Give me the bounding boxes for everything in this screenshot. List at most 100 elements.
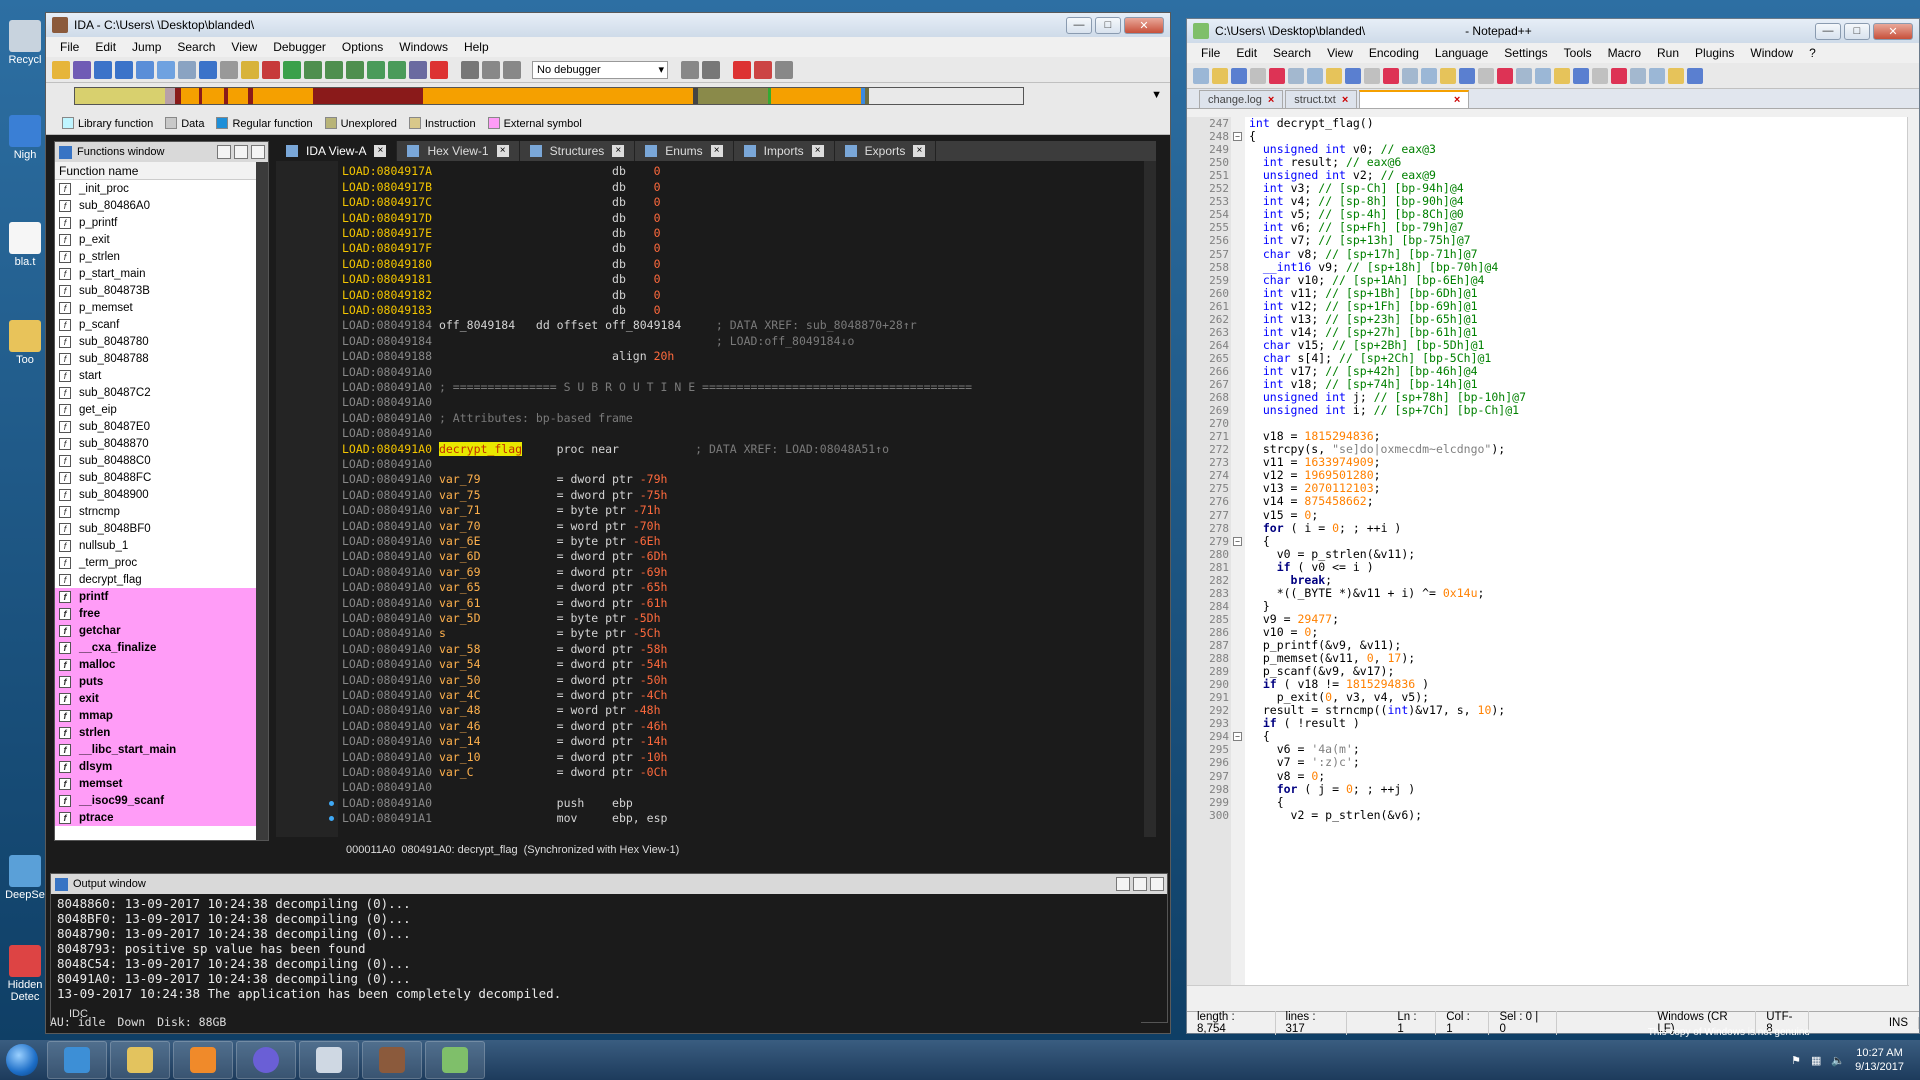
import-function-row[interactable]: f malloc [55, 656, 256, 673]
stack-var-line[interactable]: LOAD:080491A0 var_50 = dword ptr -50h [342, 673, 667, 688]
import-function-row[interactable]: f strlen [55, 724, 256, 741]
network-icon[interactable]: ▦ [1811, 1054, 1821, 1067]
code-line[interactable]: result = strncmp((int)&v17, s, 10); [1249, 704, 1505, 717]
disasm-line[interactable]: LOAD:080491A0 [342, 426, 432, 441]
code-line[interactable]: unsigned int v2; // eax@9 [1249, 169, 1436, 182]
volume-icon[interactable]: 🔈 [1831, 1054, 1845, 1067]
code-line[interactable]: v14 = 875458662; [1249, 495, 1374, 508]
code-line[interactable]: int v5; // [sp-4h] [bp-8Ch]@0 [1249, 208, 1464, 221]
code-line[interactable]: int v4; // [sp-8h] [bp-90h]@4 [1249, 195, 1464, 208]
code-line[interactable]: { [1249, 130, 1256, 143]
stack-var-line[interactable]: LOAD:080491A0 var_5D = byte ptr -5Dh [342, 611, 661, 626]
restore-button[interactable] [217, 145, 231, 159]
menu-language[interactable]: Language [1427, 46, 1496, 60]
xref-icon[interactable] [346, 60, 364, 79]
stack-var-line[interactable]: LOAD:080491A0 var_46 = dword ptr -46h [342, 719, 667, 734]
warning-icon[interactable] [262, 60, 280, 79]
tab-imports[interactable]: Imports × [734, 141, 835, 161]
paste-icon[interactable] [1364, 67, 1380, 84]
desktop-icon-deepsea[interactable]: DeepSe [0, 855, 50, 901]
disasm-line[interactable]: LOAD:0804917B db 0 [342, 180, 661, 195]
menu-plugins[interactable]: Plugins [1687, 46, 1742, 60]
code-line[interactable]: break; [1249, 573, 1333, 587]
search-icon[interactable] [157, 60, 175, 79]
close-icon[interactable] [1269, 67, 1285, 84]
stack-var-line[interactable]: LOAD:080491A0 var_65 = dword ptr -65h [342, 580, 667, 595]
stack-var-line[interactable]: LOAD:080491A0 var_C = dword ptr -0Ch [342, 765, 667, 780]
code-line[interactable]: __int16 v9; // [sp+18h] [bp-70h]@4 [1249, 260, 1498, 274]
zoom-in-icon[interactable] [1459, 67, 1475, 84]
code-line[interactable]: int v17; // [sp+42h] [bp-46h]@4 [1249, 364, 1478, 378]
desktop-icon-hidden[interactable]: Hidden Detec [0, 945, 50, 1003]
function-row[interactable]: f sub_8048780 [55, 333, 256, 350]
code-line[interactable]: unsigned int v0; // eax@3 [1249, 143, 1436, 156]
code-line[interactable]: int result; // eax@6 [1249, 156, 1401, 169]
desktop-icon-blat[interactable]: bla.t [0, 222, 50, 268]
close-icon[interactable]: × [710, 145, 723, 157]
cut-icon[interactable] [1326, 67, 1342, 84]
taskbar-ida[interactable] [362, 1041, 422, 1079]
menu-tools[interactable]: Tools [1556, 46, 1600, 60]
menu-macro[interactable]: Macro [1600, 46, 1649, 60]
stack-var-line[interactable]: LOAD:080491A0 var_79 = dword ptr -79h [342, 472, 667, 487]
code-line[interactable]: if ( v18 != 1815294836 ) [1249, 678, 1429, 691]
open-icon[interactable] [52, 60, 70, 79]
disasm-line[interactable]: LOAD:08049180 db 0 [342, 257, 661, 272]
fold-toggle-icon[interactable]: − [1233, 732, 1242, 742]
binary-search-icon[interactable] [199, 60, 217, 79]
disasm-line[interactable]: LOAD:08049183 db 0 [342, 303, 661, 318]
function-row[interactable]: f sub_80488FC [55, 469, 256, 486]
structure-icon[interactable] [220, 60, 238, 79]
arrow-icon[interactable] [367, 60, 385, 79]
editor-horizontal-scrollbar[interactable] [1187, 985, 1909, 1001]
disasm-line[interactable]: LOAD:080491A1 mov ebp, esp [342, 811, 667, 826]
code-line[interactable]: v15 = 0; [1249, 508, 1318, 522]
menu-encoding[interactable]: Encoding [1361, 46, 1427, 60]
function-row[interactable]: f p_printf [55, 214, 256, 231]
zoom-out-icon[interactable] [1478, 67, 1494, 84]
redo-icon[interactable] [1402, 67, 1418, 84]
stack-var-line[interactable]: LOAD:080491A0 var_54 = dword ptr -54h [342, 657, 667, 672]
process-icon[interactable] [681, 60, 699, 79]
maximize-button[interactable]: □ [1844, 22, 1870, 40]
code-line[interactable]: *((_BYTE *)&v11 + i) ^= 0x14u; [1249, 586, 1485, 600]
tab-active-file[interactable]: × [1359, 90, 1470, 108]
npp-titlebar[interactable]: C:\Users\ \Desktop\blanded\ - Notepad++ … [1187, 19, 1919, 43]
function-row[interactable]: f _term_proc [55, 554, 256, 571]
copy-icon[interactable] [1345, 67, 1361, 84]
code-line[interactable]: p_memset(&v11, 0, 17); [1249, 652, 1415, 665]
fold-toggle-icon[interactable]: − [1233, 536, 1242, 546]
ida-titlebar[interactable]: IDA - C:\Users\ \Desktop\blanded\ — □ ✕ [46, 13, 1170, 37]
function-row[interactable]: f strncmp [55, 503, 256, 520]
debugger-select[interactable]: No debugger ▾ [532, 60, 668, 79]
menu-help[interactable]: ? [1801, 46, 1824, 60]
close-all-icon[interactable] [1288, 67, 1304, 84]
menu-jump[interactable]: Jump [124, 40, 169, 54]
disasm-line[interactable]: LOAD:08049188 align 20h [342, 349, 674, 364]
import-function-row[interactable]: f getchar [55, 622, 256, 639]
save-all-icon[interactable] [1250, 67, 1266, 84]
code-line[interactable]: char v10; // [sp+1Ah] [bp-6Eh]@4 [1249, 273, 1485, 287]
chevron-down-icon[interactable]: ▼ [1151, 89, 1162, 101]
disasm-line[interactable]: LOAD:0804917F db 0 [342, 241, 661, 256]
stack-var-line[interactable]: LOAD:080491A0 var_6E = byte ptr -6Eh [342, 534, 661, 549]
menu-view[interactable]: View [223, 40, 265, 54]
tab-structures[interactable]: Structures × [520, 141, 636, 161]
function-row[interactable]: f sub_80487E0 [55, 418, 256, 435]
add-icon[interactable] [388, 60, 406, 79]
import-function-row[interactable]: f exit [55, 690, 256, 707]
taskbar-ie[interactable] [47, 1041, 107, 1079]
minimize-button[interactable]: — [1066, 16, 1092, 34]
close-icon[interactable]: × [1342, 94, 1348, 106]
menu-debugger[interactable]: Debugger [265, 40, 334, 54]
code-line[interactable]: char v8; // [sp+17h] [bp-71h]@7 [1249, 247, 1478, 261]
disassembly-view[interactable]: LOAD:08049179 db 0LOAD:0804917A db 0LOAD… [276, 161, 1156, 837]
tab-struct-txt[interactable]: struct.txt × [1285, 90, 1358, 108]
import-function-row[interactable]: f free [55, 605, 256, 622]
code-line[interactable]: unsigned int j; // [sp+78h] [bp-10h]@7 [1249, 391, 1526, 404]
function-name-column-header[interactable]: Function name [55, 162, 256, 180]
function-row[interactable]: f p_strlen [55, 248, 256, 265]
disasm-line[interactable]: LOAD:08049181 db 0 [342, 272, 661, 287]
code-line[interactable]: int v18; // [sp+74h] [bp-14h]@1 [1249, 378, 1478, 391]
close-icon[interactable]: × [913, 145, 926, 157]
